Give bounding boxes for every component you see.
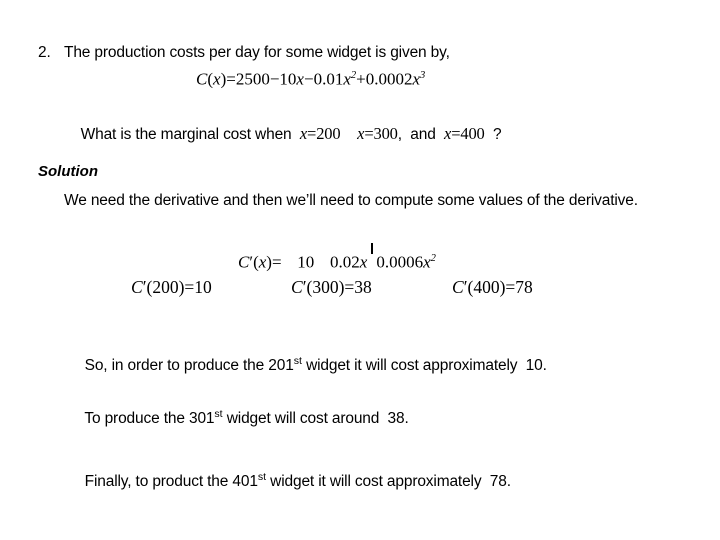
evaluation-300: C′(300)=38 bbox=[291, 277, 372, 297]
eval-1-fn: C bbox=[131, 277, 143, 297]
evaluation-400: C′(400)=78 bbox=[452, 277, 533, 297]
derivative-evaluations-row: C′(200)=10 C′(300)=38 C′(400)=78 bbox=[0, 277, 720, 301]
cost-op-1: − bbox=[269, 69, 280, 89]
problem-number: 2. bbox=[38, 44, 51, 61]
eval-2-arg: 300 bbox=[312, 277, 339, 297]
deriv-quad-exponent: 2 bbox=[430, 253, 436, 264]
document-page: 2. The production costs per day for some… bbox=[0, 0, 720, 540]
cost-function-equation: C(x)=2500−10x−0.01x2+0.0002x3 bbox=[196, 69, 426, 89]
conclusion-301: To produce the 301st widget will cost ar… bbox=[68, 381, 409, 452]
conclusion-2-ordinal: 301 bbox=[188, 410, 215, 428]
deriv-op-2: + bbox=[367, 242, 376, 273]
solution-paragraph: We need the derivative and then we’ll ne… bbox=[64, 192, 638, 209]
cost-eq-equals: = bbox=[226, 69, 236, 89]
conclusion-2-lead: To produce the bbox=[84, 410, 189, 428]
x-value-300: x=300 bbox=[357, 123, 398, 145]
cost-quad-var: x bbox=[343, 69, 351, 89]
conclusion-3-tail: widget it will cost approximately 78. bbox=[266, 473, 511, 491]
cost-term-constant: 2500 bbox=[235, 69, 270, 89]
deriv-quad-var: x bbox=[423, 252, 431, 272]
question-suffix: ? bbox=[493, 126, 502, 143]
x-eq-1: = bbox=[307, 124, 317, 143]
conclusion-401: Finally, to product the 401st widget it … bbox=[68, 444, 511, 515]
cost-cubic-coef: 0.0002 bbox=[365, 69, 413, 89]
deriv-constant: 10 bbox=[297, 252, 315, 272]
conclusion-1-ordinal-suffix: st bbox=[293, 355, 302, 367]
conclusion-1-ordinal: 201 bbox=[268, 357, 294, 375]
eval-3-arg: 400 bbox=[473, 277, 500, 297]
cost-fn-var: x bbox=[213, 69, 221, 89]
eval-2-equals: = bbox=[344, 277, 355, 297]
eval-2-value: 38 bbox=[354, 277, 372, 297]
conclusion-3-ordinal: 401 bbox=[232, 473, 258, 491]
conclusion-2-ordinal-suffix: st bbox=[214, 408, 223, 420]
x-eq-3: = bbox=[451, 124, 461, 143]
cost-linear-var: x bbox=[296, 69, 304, 89]
conclusion-2-tail: widget will cost around 38. bbox=[222, 410, 409, 428]
eval-3-value: 78 bbox=[515, 277, 533, 297]
marginal-cost-question: What is the marginal cost when x=200 x=3… bbox=[64, 101, 502, 168]
solution-heading: Solution bbox=[38, 163, 98, 180]
cost-op-2: − bbox=[303, 69, 314, 89]
deriv-linear-coef: 0.02 bbox=[330, 252, 360, 272]
deriv-quad-coef: 0.0006 bbox=[376, 252, 424, 272]
cost-quad-coef: 0.01 bbox=[313, 69, 344, 89]
x-val-1: 200 bbox=[316, 124, 341, 143]
cost-cubic-exponent: 3 bbox=[420, 70, 426, 81]
cost-linear-coef: 10 bbox=[279, 69, 297, 89]
x-value-200: x=200 bbox=[300, 123, 341, 145]
eval-3-equals: = bbox=[505, 277, 516, 297]
cost-fn-name: C bbox=[196, 69, 208, 89]
conclusion-3-lead: Finally, to product the bbox=[84, 473, 233, 491]
conclusion-3-ordinal-suffix: st bbox=[257, 471, 267, 483]
conclusion-1-tail: widget it will cost approximately 10. bbox=[301, 357, 547, 375]
deriv-linear-var: x bbox=[359, 252, 368, 272]
deriv-fn-name: C bbox=[238, 252, 250, 272]
derivative-equation: C′(x)= −10 −0.02x+0.0006x2 bbox=[238, 242, 436, 273]
eval-1-value: 10 bbox=[194, 277, 212, 297]
x-val-2: 300 bbox=[373, 124, 398, 143]
deriv-equals: = bbox=[271, 252, 282, 272]
eval-1-equals: = bbox=[184, 277, 195, 297]
evaluation-200: C′(200)=10 bbox=[131, 277, 212, 297]
question-prefix: What is the marginal cost when bbox=[80, 126, 292, 143]
x-var-1: x bbox=[299, 124, 308, 143]
eval-2-fn: C bbox=[291, 277, 303, 297]
cost-cubic-var: x bbox=[412, 69, 421, 89]
eval-3-fn: C bbox=[452, 277, 464, 297]
cost-op-3: + bbox=[356, 69, 366, 89]
problem-statement: The production costs per day for some wi… bbox=[64, 44, 450, 61]
eval-1-arg: 200 bbox=[152, 277, 179, 297]
conclusion-1-lead: So, in order to produce the bbox=[84, 357, 269, 375]
question-mid: , and bbox=[397, 126, 436, 143]
deriv-op-negative: − bbox=[285, 252, 298, 272]
x-val-3: 400 bbox=[460, 124, 485, 143]
deriv-op-1: − bbox=[318, 252, 331, 272]
x-value-400: x=400 bbox=[444, 123, 485, 145]
